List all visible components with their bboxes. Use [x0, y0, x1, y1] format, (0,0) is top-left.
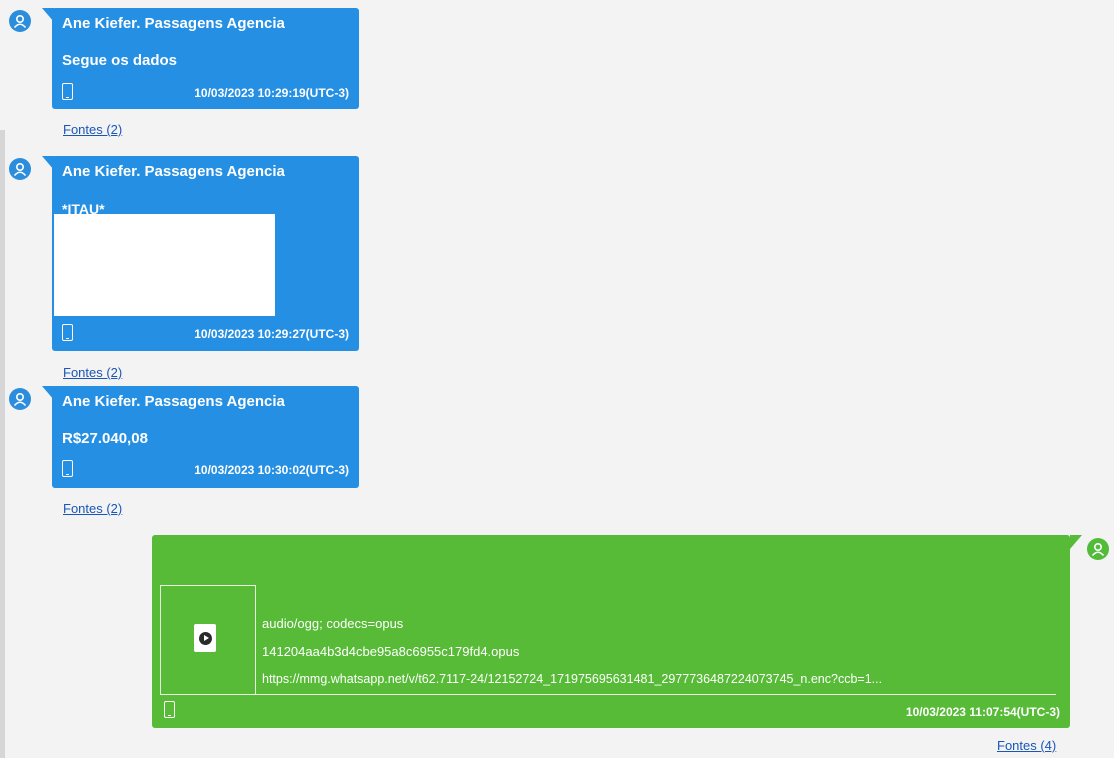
- phone-icon: [62, 83, 73, 100]
- attachment-filename: 141204aa4b3d4cbe95a8c6955c179fd4.opus: [262, 644, 520, 659]
- sources-link[interactable]: Fontes (2): [63, 365, 122, 380]
- message-text: Segue os dados: [62, 52, 178, 69]
- sources-link[interactable]: Fontes (2): [63, 122, 122, 137]
- contact-avatar-icon: [9, 10, 31, 32]
- sender-name: Ane Kiefer. Passagens Agencia: [62, 15, 285, 32]
- sources-link[interactable]: Fontes (2): [63, 501, 122, 516]
- message-timestamp: 10/03/2023 10:30:02(UTC-3): [194, 463, 349, 477]
- attachment-mime: audio/ogg; codecs=opus: [262, 616, 404, 631]
- phone-icon: [164, 701, 175, 718]
- sender-name: Ane Kiefer. Passagens Agencia: [62, 163, 285, 180]
- message-text: R$27.040,08: [62, 430, 148, 447]
- user-avatar-icon: [1087, 538, 1109, 560]
- message-timestamp: 10/03/2023 10:29:27(UTC-3): [194, 327, 349, 341]
- attachment-url[interactable]: https://mmg.whatsapp.net/v/t62.7117-24/1…: [262, 672, 882, 686]
- message-timestamp: 10/03/2023 11:07:54(UTC-3): [905, 705, 1060, 719]
- audio-file-icon: [194, 624, 216, 652]
- sender-name: Ane Kiefer. Passagens Agencia: [62, 393, 285, 410]
- contact-avatar-icon: [9, 388, 31, 410]
- message-bubble[interactable]: Ane Kiefer. Passagens Agencia *ITAU* 10/…: [42, 156, 359, 351]
- left-panel-edge: [0, 130, 5, 758]
- message-bubble[interactable]: Ane Kiefer. Passagens Agencia Segue os d…: [42, 8, 359, 109]
- message-bubble[interactable]: audio/ogg; codecs=opus 141204aa4b3d4cbe9…: [152, 535, 1082, 728]
- attachment-thumbnail[interactable]: [160, 585, 256, 695]
- phone-icon: [62, 324, 73, 341]
- contact-avatar-icon: [9, 158, 31, 180]
- message-timestamp: 10/03/2023 10:29:19(UTC-3): [194, 86, 349, 100]
- message-bubble[interactable]: Ane Kiefer. Passagens Agencia R$27.040,0…: [42, 386, 359, 488]
- phone-icon: [62, 460, 73, 477]
- sources-link[interactable]: Fontes (4): [997, 738, 1056, 753]
- redacted-area: [54, 214, 275, 316]
